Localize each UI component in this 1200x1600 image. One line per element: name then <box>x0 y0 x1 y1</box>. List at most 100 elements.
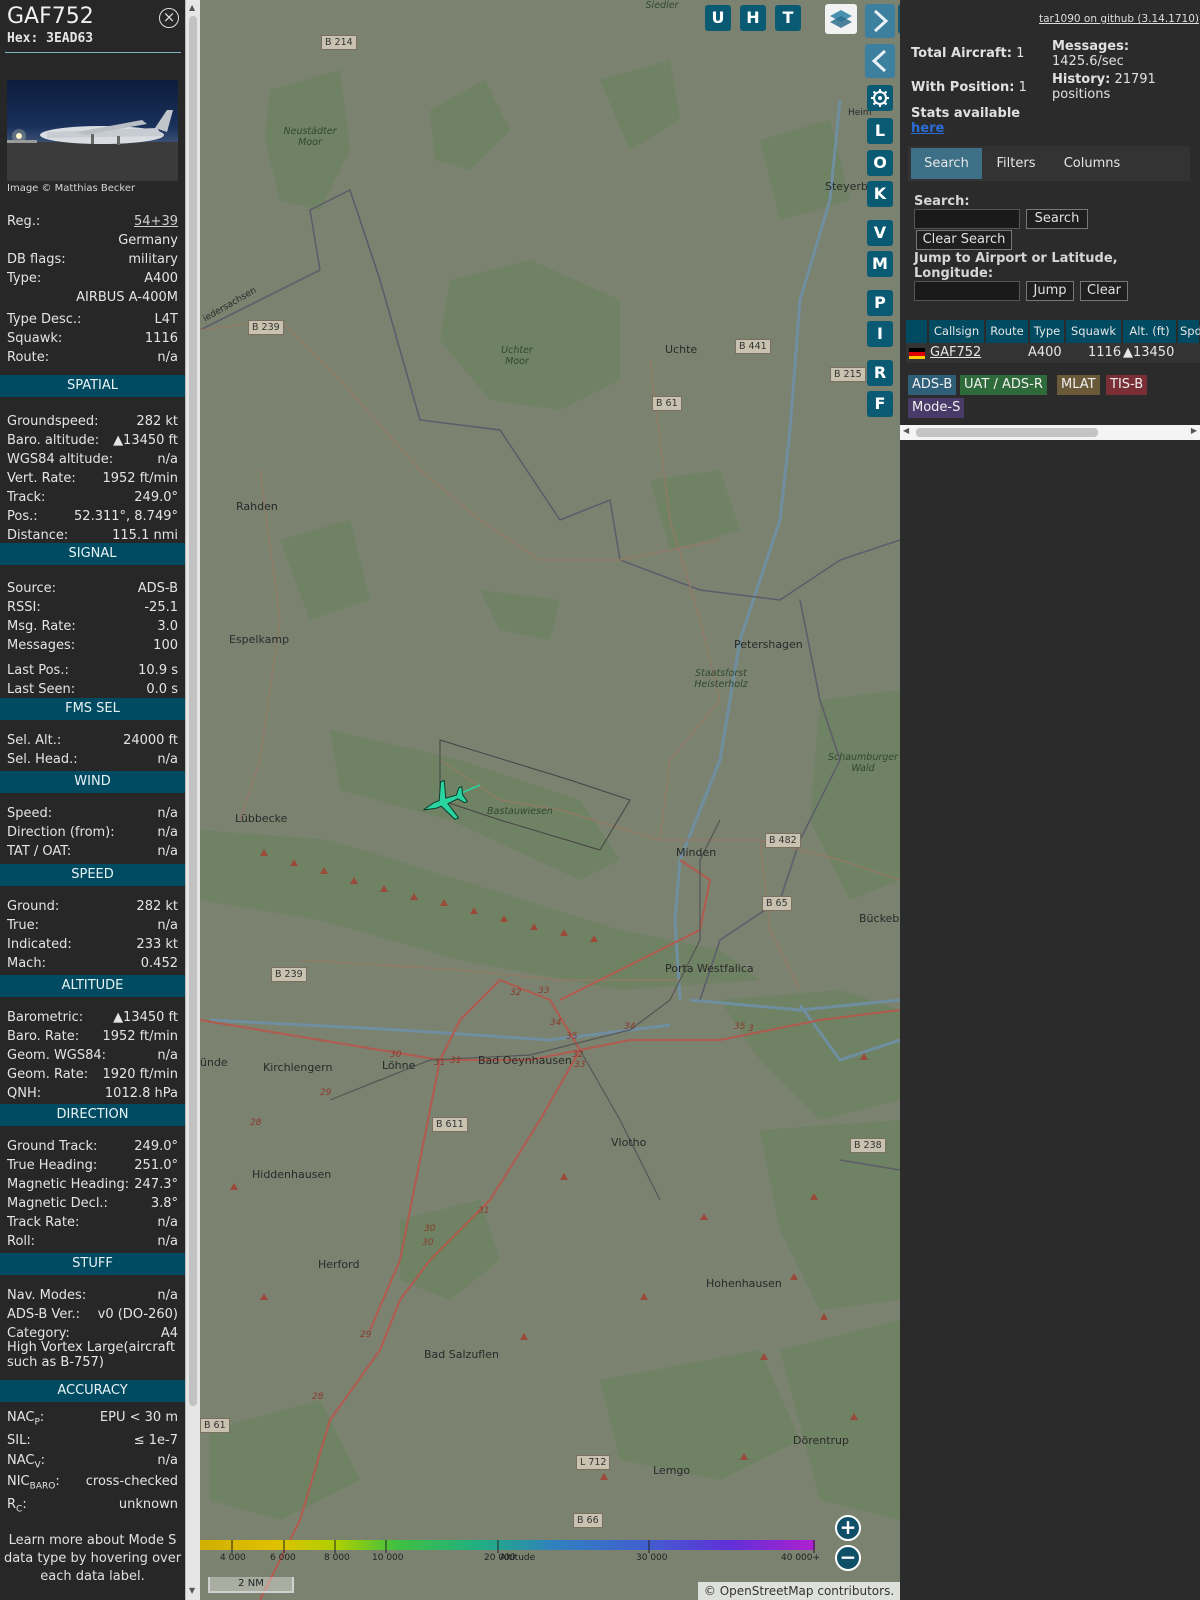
scroll-down-arrow[interactable]: ▼ <box>189 1586 195 1595</box>
signal-label[interactable]: Source: <box>7 580 56 598</box>
col-altitude[interactable]: Alt. (ft) <box>1123 320 1177 343</box>
osm-link[interactable]: OpenStreetMap <box>720 1584 814 1598</box>
col-callsign[interactable]: Callsign <box>929 320 985 343</box>
section-stuff[interactable]: STUFF <box>0 1253 185 1275</box>
tab-filters[interactable]: Filters <box>984 148 1048 179</box>
map[interactable]: Rahden Espelkamp Petershagen Uchte Lübbe… <box>200 0 900 1600</box>
toggle-u-button[interactable]: U <box>705 5 731 31</box>
toggle-h-button[interactable]: H <box>740 5 766 31</box>
section-direction[interactable]: DIRECTION <box>0 1104 185 1126</box>
toggle-i-button[interactable]: I <box>867 321 893 347</box>
jump-input[interactable] <box>914 281 1020 301</box>
direction-label[interactable]: True Heading: <box>7 1157 97 1175</box>
altitude-label[interactable]: QNH: <box>7 1085 41 1103</box>
tab-columns[interactable]: Columns <box>1050 148 1134 179</box>
col-type[interactable]: Type <box>1030 320 1065 343</box>
wind-label[interactable]: TAT / OAT: <box>7 843 71 861</box>
nicbaro-label[interactable]: NICBARO: <box>7 1473 60 1496</box>
aircraft-marker-icon[interactable] <box>420 778 468 826</box>
section-spatial[interactable]: SPATIAL <box>0 375 185 397</box>
clear-button[interactable]: Clear <box>1080 281 1128 301</box>
section-speed[interactable]: SPEED <box>0 864 185 886</box>
speed-label[interactable]: True: <box>7 917 39 935</box>
category-description: High Vortex Large(aircraft such as B-757… <box>7 1340 176 1370</box>
toggle-l-button[interactable]: L <box>867 118 893 144</box>
scrollbar-thumb[interactable] <box>189 16 197 1406</box>
hscroll-thumb[interactable] <box>916 428 1098 437</box>
direction-label[interactable]: Roll: <box>7 1233 35 1251</box>
section-signal[interactable]: SIGNAL <box>0 543 185 565</box>
rc-label[interactable]: RC: <box>7 1496 27 1519</box>
signal-label[interactable]: Msg. Rate: <box>7 618 76 636</box>
clear-search-button[interactable]: Clear Search <box>916 230 1012 250</box>
section-altitude[interactable]: ALTITUDE <box>0 975 185 997</box>
stats-link[interactable]: here <box>911 121 944 136</box>
reg-link[interactable]: 54+39 <box>134 213 178 231</box>
signal-label[interactable]: Last Seen: <box>7 681 75 699</box>
minus-icon[interactable]: − <box>835 1545 861 1571</box>
scroll-right-arrow[interactable]: ▶ <box>1191 426 1197 435</box>
toggle-p-button[interactable]: P <box>867 290 893 316</box>
col-speed[interactable]: Spd <box>1178 320 1200 343</box>
direction-label[interactable]: Magnetic Decl.: <box>7 1195 108 1213</box>
section-wind[interactable]: WIND <box>0 771 185 793</box>
toggle-r-button[interactable]: R <box>867 360 893 386</box>
toggle-t-button[interactable]: T <box>775 5 801 31</box>
altitude-label[interactable]: Baro. Rate: <box>7 1028 79 1046</box>
stuff-label[interactable]: ADS-B Ver.: <box>7 1306 80 1324</box>
speed-label[interactable]: Ground: <box>7 898 59 916</box>
nacp-label[interactable]: NACP: <box>7 1409 44 1432</box>
layers-icon[interactable] <box>825 4 857 34</box>
plus-icon[interactable]: + <box>835 1515 861 1541</box>
col-squawk[interactable]: Squawk <box>1066 320 1122 343</box>
chevron-right-icon[interactable] <box>865 4 895 38</box>
spatial-label[interactable]: WGS84 altitude: <box>7 451 113 469</box>
row-callsign[interactable]: GAF752 <box>930 343 981 363</box>
search-input[interactable] <box>914 209 1020 229</box>
nacv-label[interactable]: NACV: <box>7 1452 45 1475</box>
toggle-m-button[interactable]: M <box>867 251 893 277</box>
toggle-o-button[interactable]: O <box>867 150 893 176</box>
speed-label[interactable]: Indicated: <box>7 936 72 954</box>
table-horizontal-scrollbar[interactable]: ◀ ▶ <box>900 425 1200 440</box>
toggle-k-button[interactable]: K <box>867 181 893 207</box>
stuff-label[interactable]: Nav. Modes: <box>7 1287 86 1305</box>
search-button[interactable]: Search <box>1026 209 1088 229</box>
direction-label[interactable]: Magnetic Heading: <box>7 1176 129 1194</box>
github-link[interactable]: tar1090 on github (3.14.1710) <box>1039 13 1199 25</box>
spatial-label[interactable]: Vert. Rate: <box>7 470 76 488</box>
spatial-label[interactable]: Pos.: <box>7 508 38 526</box>
fms-label[interactable]: Sel. Head.: <box>7 751 78 769</box>
col-route[interactable]: Route <box>986 320 1029 343</box>
close-icon[interactable]: × <box>159 8 179 28</box>
speed-label[interactable]: Mach: <box>7 955 46 973</box>
scroll-up-arrow[interactable]: ▲ <box>189 3 195 12</box>
signal-label[interactable]: RSSI: <box>7 599 41 617</box>
section-accuracy[interactable]: ACCURACY <box>0 1380 185 1402</box>
fms-label[interactable]: Sel. Alt.: <box>7 732 61 750</box>
spatial-label[interactable]: Groundspeed: <box>7 413 98 431</box>
col-flag[interactable] <box>906 320 928 343</box>
spatial-label[interactable]: Track: <box>7 489 45 507</box>
wind-label[interactable]: Direction (from): <box>7 824 115 842</box>
jump-button[interactable]: Jump <box>1026 281 1074 301</box>
tab-search[interactable]: Search <box>911 148 982 179</box>
chevron-left-icon[interactable] <box>865 44 895 78</box>
scroll-left-arrow[interactable]: ◀ <box>903 426 909 435</box>
altitude-label[interactable]: Barometric: <box>7 1009 83 1027</box>
altitude-label[interactable]: Geom. WGS84: <box>7 1047 106 1065</box>
info-panel-scrollbar[interactable]: ▲ ▼ <box>185 0 200 1600</box>
gear-icon[interactable] <box>867 85 893 111</box>
section-fms[interactable]: FMS SEL <box>0 698 185 720</box>
altitude-label[interactable]: Geom. Rate: <box>7 1066 88 1084</box>
direction-label[interactable]: Ground Track: <box>7 1138 97 1156</box>
direction-label[interactable]: Track Rate: <box>7 1214 79 1232</box>
toggle-f-button[interactable]: F <box>867 391 893 417</box>
toggle-v-button[interactable]: V <box>867 220 893 246</box>
aircraft-photo[interactable] <box>7 80 178 181</box>
signal-label[interactable]: Messages: <box>7 637 75 655</box>
sil-label[interactable]: SIL: <box>7 1432 31 1450</box>
wind-label[interactable]: Speed: <box>7 805 52 823</box>
spatial-label[interactable]: Baro. altitude: <box>7 432 99 450</box>
signal-label[interactable]: Last Pos.: <box>7 662 69 680</box>
